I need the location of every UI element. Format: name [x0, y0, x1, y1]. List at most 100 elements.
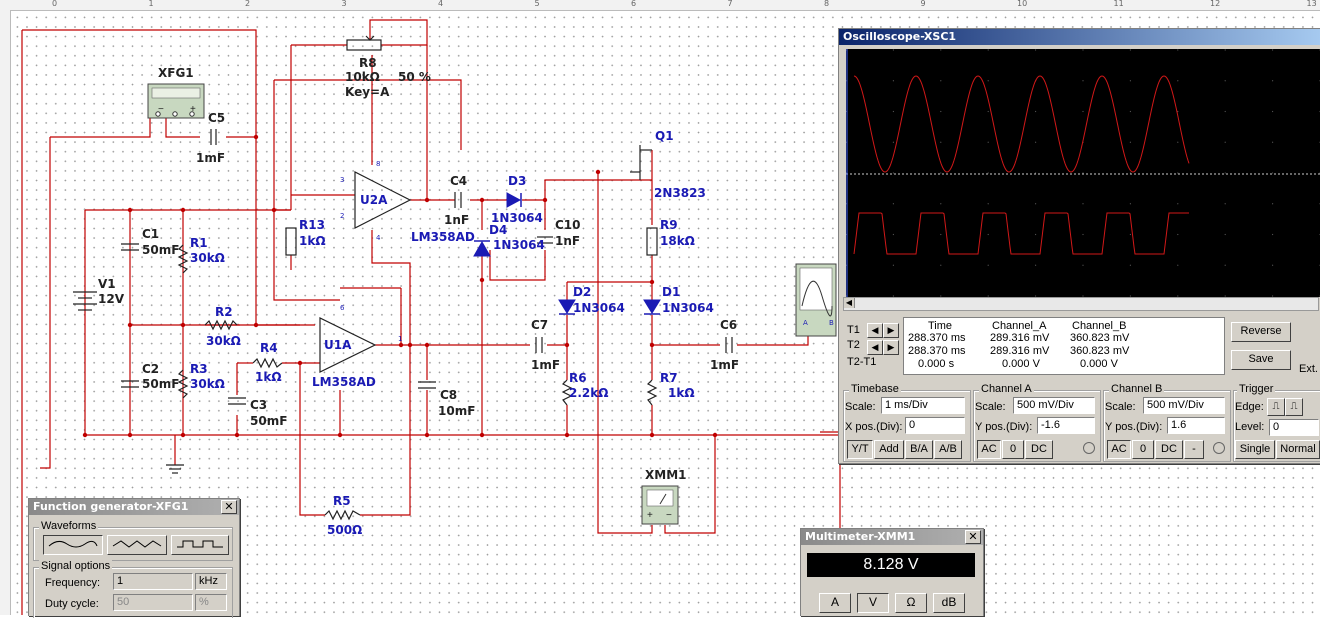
multimeter-reading: 8.128 V — [807, 553, 975, 577]
channel-a-ypos-field[interactable]: -1.6 — [1037, 417, 1095, 434]
channel-a-dc-button[interactable]: DC — [1025, 440, 1053, 459]
channel-b-ypos-field[interactable]: 1.6 — [1167, 417, 1225, 434]
t2-time: 288.370 ms — [908, 345, 966, 357]
r3-name: R3 — [190, 362, 208, 376]
c2-value: 50mF — [142, 377, 179, 391]
t2-right-arrow[interactable]: ▶ — [883, 340, 899, 355]
oscilloscope-screen[interactable] — [846, 49, 1320, 297]
multimeter-close-button[interactable]: ✕ — [965, 530, 981, 544]
r8-value: 10kΩ — [345, 70, 380, 84]
voltmeter-button[interactable]: V — [857, 593, 889, 613]
svg-text:A: A — [803, 319, 808, 327]
triangle-wave-button[interactable] — [107, 535, 167, 555]
c6-name: C6 — [720, 318, 737, 332]
d2-value: 1N3064 — [573, 301, 625, 315]
channel-b-zero-button[interactable]: 0 — [1132, 440, 1154, 459]
c10-value: 1nF — [555, 234, 580, 248]
yt-button[interactable]: Y/T — [847, 440, 873, 459]
level-field[interactable]: 0 — [1269, 419, 1319, 436]
channel-b-scale-label: Scale: — [1105, 401, 1136, 413]
t1-right-arrow[interactable]: ▶ — [883, 323, 899, 338]
svg-text:4: 4 — [376, 234, 381, 242]
multimeter-titlebar[interactable]: Multimeter-XMM1 ✕ — [801, 529, 983, 545]
oscilloscope-titlebar[interactable]: Oscilloscope-XSC1 — [839, 29, 1320, 45]
xfg1-label: XFG1 — [158, 66, 194, 80]
ammeter-button[interactable]: A — [819, 593, 851, 613]
channel-a-zero-button[interactable]: 0 — [1002, 440, 1024, 459]
c4-name: C4 — [450, 174, 467, 188]
xmm1-label: XMM1 — [645, 468, 686, 482]
duty-cycle-label: Duty cycle: — [45, 598, 99, 610]
xmm1-instrument[interactable]: + − — [641, 485, 679, 525]
c3-value: 50mF — [250, 414, 287, 428]
scope-scrollbar[interactable]: ◀ — [843, 297, 1319, 311]
multimeter-title: Multimeter-XMM1 — [805, 530, 916, 543]
channel-a-scale-field[interactable]: 500 mV/Div — [1013, 397, 1095, 414]
svg-text:B: B — [829, 319, 834, 327]
timebase-title: Timebase — [849, 383, 901, 395]
function-generator-title: Function generator-XFG1 — [33, 500, 189, 513]
t1-time: 288.370 ms — [908, 332, 966, 344]
r6-name: R6 — [569, 371, 587, 385]
reverse-button[interactable]: Reverse — [1231, 322, 1291, 342]
channel-a-ac-button[interactable]: AC — [977, 440, 1001, 459]
falling-edge-button[interactable]: ⎍ — [1285, 398, 1303, 416]
channel-b-ac-button[interactable]: AC — [1107, 440, 1131, 459]
u1a-name: U1A — [324, 338, 352, 352]
r9-value: 18kΩ — [660, 234, 695, 248]
header-channel-b: Channel_B — [1072, 320, 1127, 332]
channel-b-scale-field[interactable]: 500 mV/Div — [1143, 397, 1225, 414]
function-generator-titlebar[interactable]: Function generator-XFG1 ✕ — [29, 499, 239, 515]
t2-channel-a: 289.316 mV — [990, 345, 1050, 357]
decibel-button[interactable]: dB — [933, 593, 965, 613]
single-button[interactable]: Single — [1235, 440, 1275, 459]
triangle-icon — [112, 540, 162, 548]
channel-b-color-dot[interactable] — [1213, 442, 1225, 454]
d2-name: D2 — [573, 285, 591, 299]
d1-name: D1 — [662, 285, 680, 299]
save-button[interactable]: Save — [1231, 350, 1291, 370]
function-generator-close-button[interactable]: ✕ — [221, 500, 237, 514]
square-wave-button[interactable] — [171, 535, 229, 555]
function-generator-window[interactable]: Function generator-XFG1 ✕ Waveforms Sign… — [28, 498, 240, 618]
level-label: Level: — [1235, 421, 1265, 433]
c6-value: 1mF — [710, 358, 739, 372]
frequency-unit[interactable]: kHz — [195, 573, 227, 590]
multimeter-window[interactable]: Multimeter-XMM1 ✕ 8.128 V A V Ω dB — [800, 528, 984, 616]
t2-left-arrow[interactable]: ◀ — [867, 340, 883, 355]
t1-left-arrow[interactable]: ◀ — [867, 323, 883, 338]
ohmmeter-button[interactable]: Ω — [895, 593, 927, 613]
channel-b-dc-button[interactable]: DC — [1155, 440, 1183, 459]
r13-name: R13 — [299, 218, 325, 232]
ext-label: Ext. — [1299, 363, 1318, 375]
r2-value: 30kΩ — [206, 334, 241, 348]
channel-a-color-dot[interactable] — [1083, 442, 1095, 454]
xpos-field[interactable]: 0 — [905, 417, 965, 434]
r9-name: R9 — [660, 218, 678, 232]
oscilloscope-window[interactable]: Oscilloscope-XSC1 ◀ T1 T2 T2-T1 ◀ ▶ ◀ ▶ … — [838, 28, 1320, 464]
sine-wave-button[interactable] — [43, 535, 103, 555]
frequency-field[interactable]: 1 — [113, 573, 193, 590]
d1-value: 1N3064 — [662, 301, 714, 315]
q1-value: 2N3823 — [654, 186, 706, 200]
sine-icon — [48, 540, 98, 548]
cursor-readout-panel: Time Channel_A Channel_B 288.370 ms 289.… — [903, 317, 1225, 375]
ab-button[interactable]: A/B — [934, 440, 962, 459]
d4-value: 1N3064 — [493, 238, 545, 252]
rising-edge-button[interactable]: ⎍ — [1267, 398, 1285, 416]
timebase-scale-field[interactable]: 1 ms/Div — [881, 397, 965, 414]
duty-cycle-unit[interactable]: % — [195, 594, 227, 611]
header-channel-a: Channel_A — [992, 320, 1047, 332]
r8-name: R8 — [359, 56, 377, 70]
normal-button[interactable]: Normal — [1276, 440, 1320, 459]
timebase-scale-label: Scale: — [845, 401, 876, 413]
v1-name: V1 — [98, 277, 116, 291]
u1a-model: LM358AD — [312, 375, 376, 389]
svg-text:1: 1 — [398, 335, 402, 343]
ba-button[interactable]: B/A — [905, 440, 933, 459]
add-button[interactable]: Add — [874, 440, 904, 459]
channel-b-minus-button[interactable]: - — [1184, 440, 1204, 459]
svg-text:8: 8 — [376, 160, 380, 168]
xfg1-instrument[interactable]: − + — [147, 83, 205, 119]
duty-cycle-field[interactable]: 50 — [113, 594, 193, 611]
